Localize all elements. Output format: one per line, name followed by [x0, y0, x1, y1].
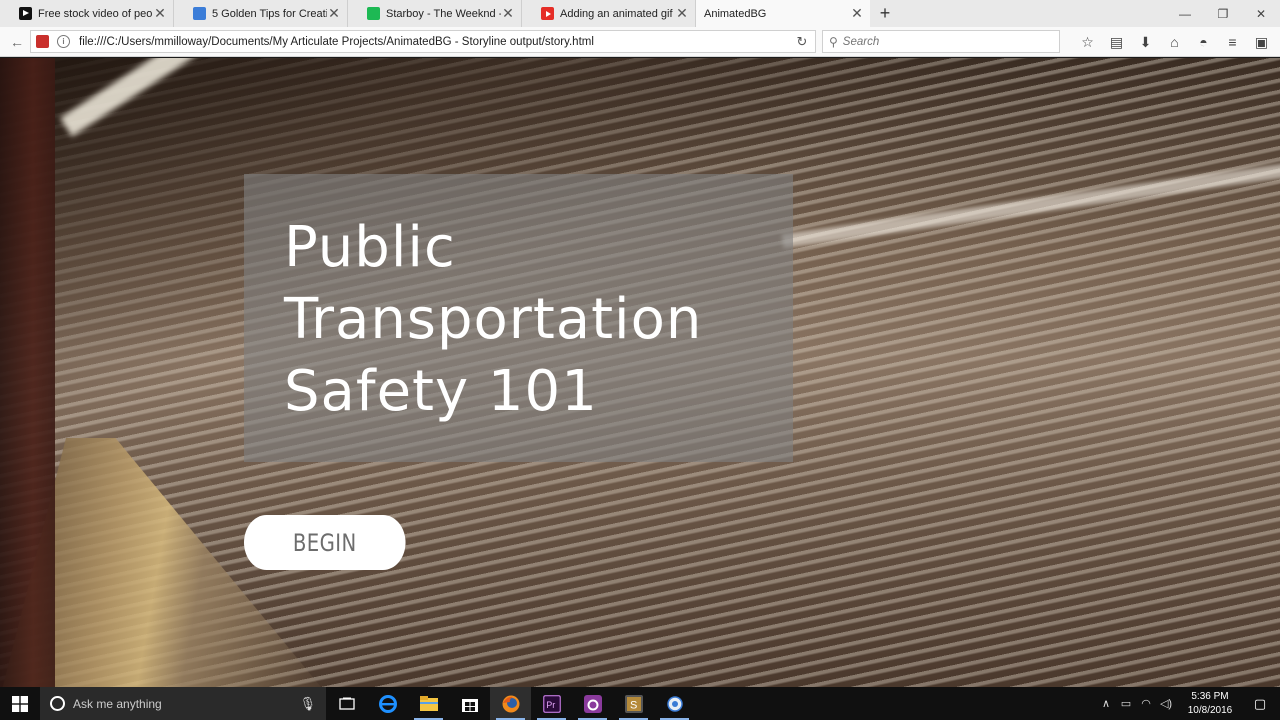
slide-title-line-2: Transportation	[284, 287, 703, 352]
reload-icon[interactable]: ↻	[789, 34, 815, 50]
url-bar[interactable]: i file:///C:/Users/mmilloway/Documents/M…	[30, 30, 816, 53]
clock-date: 10/8/2016	[1187, 704, 1233, 716]
firefox-icon[interactable]	[490, 687, 531, 720]
url-text[interactable]: file:///C:/Users/mmilloway/Documents/My …	[79, 36, 789, 48]
spotify-icon	[367, 7, 380, 20]
close-tab-icon[interactable]: ✕	[327, 5, 341, 21]
tab-title: Starboy - The Weeknd - S...	[386, 7, 501, 20]
back-arrow-icon[interactable]: ←	[6, 31, 28, 53]
storyline-icon[interactable]: S	[613, 687, 654, 720]
bookmark-star-icon[interactable]: ☆	[1073, 30, 1102, 54]
tab-animatedbg[interactable]: AnimatedBG ✕	[696, 0, 870, 27]
store-icon[interactable]	[449, 687, 490, 720]
train-reflection	[781, 161, 1280, 249]
close-tab-icon[interactable]: ✕	[675, 5, 689, 21]
show-hidden-icons-icon[interactable]: ∧	[1096, 697, 1116, 710]
youtube-icon	[541, 7, 554, 20]
articulate-icon[interactable]	[572, 687, 613, 720]
close-tab-icon[interactable]: ✕	[501, 5, 515, 21]
cortana-placeholder: Ask me anything	[73, 696, 162, 711]
minimize-icon[interactable]: —	[1166, 0, 1204, 27]
search-icon: ⚲	[829, 34, 838, 49]
search-input[interactable]	[842, 35, 1043, 48]
cortana-icon	[50, 696, 65, 711]
tab-spotify[interactable]: Starboy - The Weeknd - S... ✕	[348, 0, 522, 27]
clock[interactable]: 5:36 PM 10/8/2016	[1180, 690, 1240, 718]
svg-text:Pr: Pr	[546, 700, 555, 710]
pdf-icon	[36, 35, 49, 48]
svg-text:S: S	[630, 699, 637, 711]
slide-title-line-3: Safety 101	[284, 359, 598, 424]
close-tab-icon[interactable]: ✕	[153, 5, 167, 21]
navigation-bar: ← i file:///C:/Users/mmilloway/Documents…	[0, 27, 1280, 57]
file-explorer-icon[interactable]	[408, 687, 449, 720]
window-controls: — ❐ ✕	[1166, 0, 1280, 27]
slide-content: Public Transportation Safety 101 BEGIN	[0, 58, 1280, 687]
ceiling-light	[60, 58, 542, 137]
battery-icon[interactable]: ▭	[1116, 697, 1136, 710]
tab-vimeo[interactable]: Free stock video of peopl... ✕	[0, 0, 174, 27]
edge-icon[interactable]	[367, 687, 408, 720]
pocket-icon[interactable]: ◓	[1189, 30, 1218, 54]
tips-icon	[193, 7, 206, 20]
slide-title-line-1: Public	[284, 215, 456, 280]
vimeo-icon	[19, 7, 32, 20]
menu-icon[interactable]: ≡	[1218, 30, 1247, 54]
clock-time: 5:36 PM	[1191, 690, 1229, 702]
search-bar[interactable]: ⚲	[822, 30, 1060, 53]
extension-icon[interactable]: ▣	[1247, 30, 1276, 54]
new-tab-button[interactable]: +	[870, 0, 900, 27]
quicktime-icon[interactable]	[654, 687, 695, 720]
windows-logo-icon	[12, 695, 28, 712]
close-window-icon[interactable]: ✕	[1242, 0, 1280, 27]
wifi-icon[interactable]: ◠	[1136, 697, 1156, 710]
title-panel: Public Transportation Safety 101	[244, 174, 793, 462]
action-center-icon[interactable]: ▢	[1240, 687, 1280, 720]
tab-title: AnimatedBG	[704, 7, 767, 20]
reading-list-icon[interactable]: ▤	[1102, 30, 1131, 54]
tab-golden-tips[interactable]: 5 Golden Tips for Creating... ✕	[174, 0, 348, 27]
premiere-icon[interactable]: Pr	[531, 687, 572, 720]
volume-icon[interactable]: ◁)	[1156, 697, 1176, 710]
task-view-icon[interactable]	[326, 687, 367, 720]
microphone-icon[interactable]: 🎙	[299, 696, 316, 712]
system-tray: ∧ ▭ ◠ ◁) 5:36 PM 10/8/2016 ▢	[1096, 687, 1280, 720]
tab-strip: Free stock video of peopl... ✕ 5 Golden …	[0, 0, 1280, 27]
tab-title: 5 Golden Tips for Creating...	[212, 7, 327, 20]
tab-youtube[interactable]: Adding an animated gif f... ✕	[522, 0, 696, 27]
toolbar-icons: ☆ ▤ ⬇ ⌂ ◓ ≡ ▣	[1073, 30, 1276, 54]
restore-icon[interactable]: ❐	[1204, 0, 1242, 27]
info-icon[interactable]: i	[57, 35, 70, 48]
tab-title: Free stock video of peopl...	[38, 7, 153, 20]
taskbar: Ask me anything 🎙 Pr S ∧ ▭ ◠ ◁) 5:36 PM …	[0, 687, 1280, 720]
begin-button[interactable]: BEGIN	[244, 515, 406, 570]
start-button[interactable]	[0, 687, 40, 720]
home-icon[interactable]: ⌂	[1160, 30, 1189, 54]
download-icon[interactable]: ⬇	[1131, 30, 1160, 54]
cortana-search[interactable]: Ask me anything 🎙	[40, 687, 326, 720]
close-tab-icon[interactable]: ✕	[850, 5, 864, 21]
station-pillar	[0, 58, 55, 687]
tab-title: Adding an animated gif f...	[560, 7, 675, 20]
